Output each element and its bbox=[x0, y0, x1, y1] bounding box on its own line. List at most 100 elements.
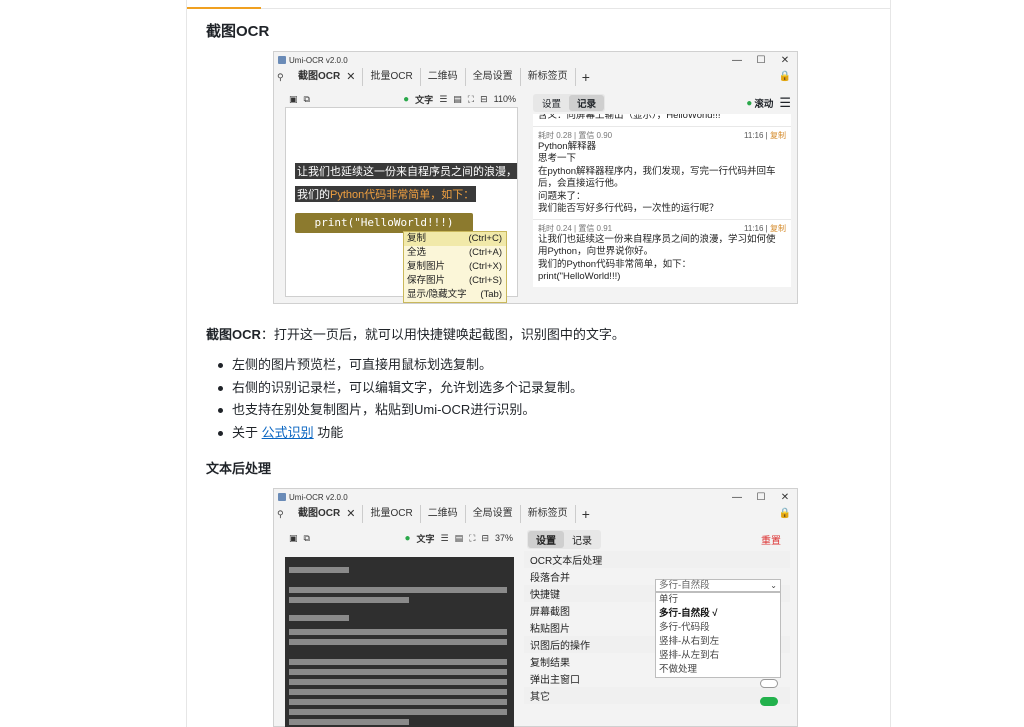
menu-icon[interactable]: ☰ bbox=[779, 95, 791, 111]
maximize-icon[interactable]: ☐ bbox=[749, 55, 773, 66]
record-card[interactable]: 耗时 0.24 | 置信 0.91 11:16 | 复制 让我们也延续这一份来自… bbox=[533, 218, 791, 287]
preview-text-span: 我们的 bbox=[297, 189, 330, 201]
preview-text-block bbox=[289, 639, 507, 645]
reset-button[interactable]: 重置 bbox=[761, 532, 787, 547]
list-icon[interactable]: ☰ bbox=[439, 94, 447, 105]
menu-item-save-image[interactable]: 保存图片 (Ctrl+S) bbox=[404, 274, 506, 288]
add-tab-button[interactable]: + bbox=[576, 506, 596, 522]
tab-label: 批量OCR bbox=[370, 508, 413, 519]
record-line: 让我们也延续这一份来自程序员之间的浪漫，学习如何使 bbox=[538, 233, 776, 245]
preview-toolbar: ▣ ⧉ ● 文字 ☰ ▤ ⛶ ⊟ 37% bbox=[285, 529, 517, 547]
scroll-toggle-label[interactable]: 滚动 bbox=[754, 96, 773, 110]
tab-new-page[interactable]: 新标签页 bbox=[521, 68, 576, 86]
copy-record-button[interactable]: 复制 bbox=[770, 131, 786, 140]
text-toggle-label[interactable]: 文字 bbox=[417, 532, 435, 545]
record-text[interactable]: 含义：向屏幕上输出（显示），HelloWorld!!! bbox=[538, 114, 786, 123]
tab-label: 全局设置 bbox=[472, 508, 513, 519]
image-icon[interactable]: ▣ bbox=[289, 94, 298, 105]
tab-records[interactable]: 记录 bbox=[564, 531, 600, 548]
tab-label: 二维码 bbox=[427, 508, 458, 519]
option-multiline-code[interactable]: 多行-代码段 bbox=[656, 621, 780, 635]
tab-new-page[interactable]: 新标签页 bbox=[521, 505, 576, 523]
preview-text-line[interactable]: 让我们也延续这一份来自程序员之间的浪漫， bbox=[295, 163, 517, 179]
tab-settings[interactable]: 设置 bbox=[528, 530, 564, 548]
copy-result-toggle[interactable] bbox=[760, 679, 778, 688]
option-multiline-paragraph[interactable]: 多行-自然段 √ bbox=[656, 607, 780, 621]
lock-icon[interactable]: 🔒 bbox=[779, 71, 791, 82]
tab-batch-ocr[interactable]: 批量OCR bbox=[363, 505, 421, 523]
menu-shortcut: (Ctrl+A) bbox=[469, 247, 502, 258]
record-line: 在python解释器程序内，我们发现，写完一行代码并回车 bbox=[538, 165, 776, 177]
text-toggle-label[interactable]: 文字 bbox=[415, 93, 433, 106]
menu-label: 全选 bbox=[407, 247, 427, 258]
pin-icon[interactable]: ⚲ bbox=[277, 72, 291, 83]
record-line: 后，会直接运行他。 bbox=[538, 178, 624, 189]
window-controls: — ☐ ✕ bbox=[725, 492, 797, 503]
fit-icon[interactable]: ⛶ bbox=[469, 533, 475, 544]
tab-bar: ⚲ 截图OCR ✕ 批量OCR 二维码 全局设置 新标签页 + 🔒 bbox=[274, 68, 797, 86]
tab-screenshot-ocr[interactable]: 截图OCR ✕ bbox=[291, 68, 364, 86]
preview-text-block bbox=[289, 699, 507, 705]
option-single-line[interactable]: 单行 bbox=[656, 593, 780, 607]
preview-text-line[interactable]: 我们的Python代码非常简单，如下： bbox=[295, 186, 477, 202]
option-vertical-ltr[interactable]: 竖排-从左到右 bbox=[656, 649, 780, 663]
tab-qrcode[interactable]: 二维码 bbox=[421, 68, 466, 86]
save-icon[interactable]: ▤ bbox=[455, 533, 464, 544]
lock-icon[interactable]: 🔒 bbox=[779, 508, 791, 519]
option-vertical-rtl[interactable]: 竖排-从右到左 bbox=[656, 635, 780, 649]
option-no-processing[interactable]: 不做处理 bbox=[656, 663, 780, 677]
close-icon[interactable]: ✕ bbox=[773, 492, 797, 503]
fit-icon[interactable]: ⛶ bbox=[468, 94, 474, 105]
image-icon[interactable]: ▣ bbox=[289, 533, 298, 544]
heading-screenshot-ocr: 截图OCR bbox=[206, 23, 270, 40]
popup-window-toggle[interactable] bbox=[760, 697, 778, 706]
menu-item-toggle-text[interactable]: 显示/隐藏文字 (Tab) bbox=[404, 288, 506, 302]
menu-item-select-all[interactable]: 全选 (Ctrl+A) bbox=[404, 246, 506, 260]
settings-group-postprocess: OCR文本后处理 bbox=[524, 551, 790, 568]
tab-settings[interactable]: 设置 bbox=[534, 95, 569, 111]
preview-text-block bbox=[289, 659, 507, 665]
tab-batch-ocr[interactable]: 批量OCR bbox=[363, 68, 421, 86]
tab-global-settings[interactable]: 全局设置 bbox=[466, 505, 521, 523]
image-preview-pane[interactable] bbox=[285, 557, 514, 727]
tab-screenshot-ocr[interactable]: 截图OCR ✕ bbox=[291, 505, 364, 523]
record-card[interactable]: 含义：向屏幕上输出（显示），HelloWorld!!! bbox=[533, 114, 791, 126]
record-card[interactable]: 耗时 0.28 | 置信 0.90 11:16 | 复制 Python解释器 思… bbox=[533, 125, 791, 219]
minimize-icon[interactable]: — bbox=[725, 492, 749, 503]
menu-item-copy[interactable]: 复制 (Ctrl+C) bbox=[404, 232, 506, 246]
zoom-icon[interactable]: ⊟ bbox=[481, 533, 489, 544]
maximize-icon[interactable]: ☐ bbox=[749, 492, 773, 503]
preview-code-line[interactable]: print("HelloWorld!!!) bbox=[295, 213, 473, 233]
close-icon[interactable]: ✕ bbox=[773, 55, 797, 66]
settings-group-other: 其它 bbox=[524, 687, 790, 704]
zoom-level: 110% bbox=[493, 94, 516, 104]
tab-close-icon[interactable]: ✕ bbox=[346, 68, 355, 86]
tab-qrcode[interactable]: 二维码 bbox=[421, 505, 466, 523]
tab-close-icon[interactable]: ✕ bbox=[346, 505, 355, 523]
preview-text-block bbox=[289, 679, 507, 685]
copy-record-button[interactable]: 复制 bbox=[770, 224, 786, 233]
settings-header: 设置 记录 重置 bbox=[524, 527, 790, 551]
record-text[interactable]: Python解释器 思考一下 在python解释器程序内，我们发现，写完一行代码… bbox=[538, 141, 786, 216]
clipboard-icon[interactable]: ⧉ bbox=[304, 94, 310, 105]
save-icon[interactable]: ▤ bbox=[453, 94, 462, 105]
zoom-icon[interactable]: ⊟ bbox=[480, 94, 488, 105]
formula-ocr-link[interactable]: 公式识别 bbox=[262, 425, 314, 440]
add-tab-button[interactable]: + bbox=[576, 69, 596, 85]
minimize-icon[interactable]: — bbox=[725, 55, 749, 66]
record-time: 11:16 | bbox=[744, 223, 768, 233]
tab-records[interactable]: 记录 bbox=[569, 95, 605, 111]
tab-global-settings[interactable]: 全局设置 bbox=[466, 68, 521, 86]
record-line: 问题来了： bbox=[538, 190, 586, 202]
clipboard-icon[interactable]: ⧉ bbox=[304, 533, 310, 544]
list-icon[interactable]: ☰ bbox=[441, 533, 449, 544]
panel-tab-switch: 设置 记录 bbox=[527, 529, 601, 549]
paragraph-merge-select[interactable]: 多行-自然段 ⌄ bbox=[655, 579, 781, 592]
pin-icon[interactable]: ⚲ bbox=[277, 509, 291, 520]
window-titlebar: Umi-OCR v2.0.0 — ☐ ✕ bbox=[274, 52, 797, 68]
menu-item-copy-image[interactable]: 复制图片 (Ctrl+X) bbox=[404, 260, 506, 274]
record-line: 我们的Python代码非常简单，如下： bbox=[538, 258, 692, 270]
record-text[interactable]: 让我们也延续这一份来自程序员之间的浪漫，学习如何使 用Python，向世界说你好… bbox=[538, 234, 786, 284]
preview-text-block bbox=[289, 567, 349, 573]
tab-label: 全局设置 bbox=[472, 71, 513, 82]
